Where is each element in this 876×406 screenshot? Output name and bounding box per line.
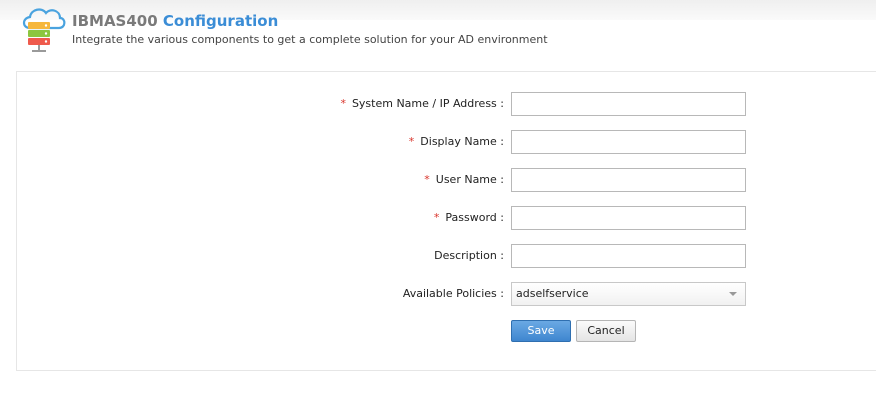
user-name-row: * User Name : [0,168,876,192]
password-input[interactable] [511,206,746,230]
display-name-label: * Display Name : [409,130,504,154]
password-label-text: Password : [445,211,504,224]
description-label: Description : [434,244,504,268]
system-name-row: * System Name / IP Address : [0,92,876,116]
page-title-section: Configuration [162,12,279,30]
policies-select[interactable]: adselfservice [511,282,746,306]
description-row: Description : [0,244,876,268]
display-name-row: * Display Name : [0,130,876,154]
cancel-button[interactable]: Cancel [576,320,636,342]
required-marker: * [340,97,346,110]
description-label-text: Description : [434,249,504,262]
policies-label: Available Policies : [403,282,504,306]
user-name-label: * User Name : [424,168,504,192]
required-marker: * [408,135,415,148]
cloud-server-icon [22,8,66,52]
required-marker: * [424,173,430,186]
policies-row: Available Policies : adselfservice [0,282,876,306]
system-name-input[interactable] [511,92,746,116]
save-button[interactable]: Save [511,320,571,342]
description-input[interactable] [511,244,746,268]
user-name-label-text: User Name : [435,173,504,186]
display-name-input[interactable] [511,130,746,154]
policies-selected-value: adselfservice [516,287,589,300]
page-subtitle: Integrate the various components to get … [72,33,548,46]
system-name-label: * System Name / IP Address : [340,92,504,116]
password-label: * Password : [434,206,504,230]
chevron-down-icon[interactable] [729,292,737,296]
page-title-product: IBMAS400 [72,12,158,30]
system-name-label-text: System Name / IP Address : [351,97,504,110]
page-title: IBMAS400 Configuration [72,12,278,30]
user-name-input[interactable] [511,168,746,192]
display-name-label-text: Display Name : [420,135,504,148]
password-row: * Password : [0,206,876,230]
required-marker: * [433,211,440,224]
page-header: IBMAS400 Configuration Integrate the var… [0,0,876,62]
policies-label-text: Available Policies : [402,287,504,300]
